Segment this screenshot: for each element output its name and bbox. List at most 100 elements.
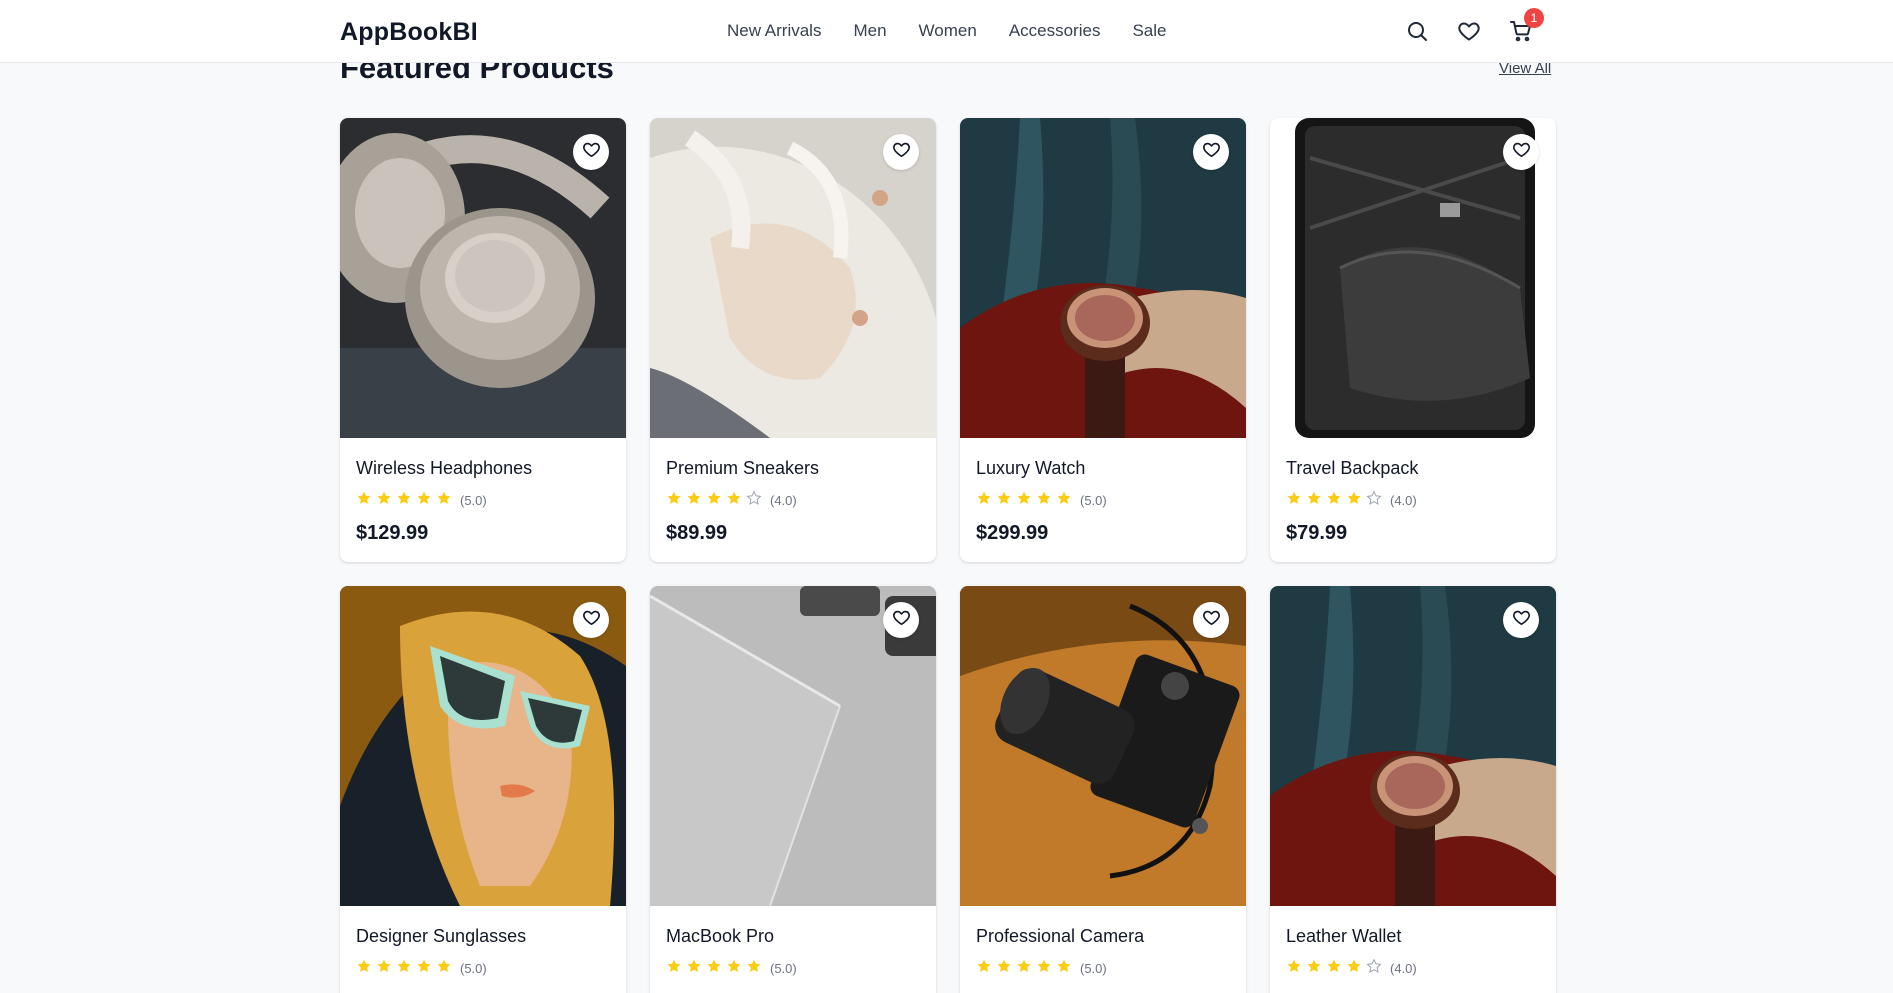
star-filled-icon <box>1346 490 1362 511</box>
star-filled-icon <box>436 958 452 979</box>
star-filled-icon <box>1036 958 1052 979</box>
logo[interactable]: AppBookBI <box>340 18 478 47</box>
star-filled-icon <box>396 490 412 511</box>
product-image[interactable] <box>650 118 936 438</box>
star-filled-icon <box>726 490 742 511</box>
product-name[interactable]: Travel Backpack <box>1286 458 1540 479</box>
star-filled-icon <box>726 958 742 979</box>
product-card[interactable]: Professional Camera (5.0) <box>960 586 1246 993</box>
rating-value: (5.0) <box>460 493 487 508</box>
nav-men[interactable]: Men <box>853 21 886 41</box>
star-empty-icon <box>1366 958 1382 979</box>
product-rating: (4.0) <box>1286 490 1540 511</box>
star-filled-icon <box>996 490 1012 511</box>
product-card[interactable]: Travel Backpack (4.0) $79.99 <box>1270 118 1556 562</box>
star-filled-icon <box>356 490 372 511</box>
product-price: $79.99 <box>1286 522 1348 544</box>
star-filled-icon <box>1306 490 1322 511</box>
star-filled-icon <box>1016 490 1032 511</box>
product-image[interactable] <box>960 118 1246 438</box>
product-price: $89.99 <box>666 522 728 544</box>
product-rating: (5.0) <box>976 490 1230 511</box>
star-filled-icon <box>1286 490 1302 511</box>
wishlist-button[interactable] <box>1193 134 1229 170</box>
product-card[interactable]: Luxury Watch (5.0) $299.99 <box>960 118 1246 562</box>
product-name[interactable]: Luxury Watch <box>976 458 1230 479</box>
product-image[interactable] <box>340 586 626 906</box>
wishlist-button[interactable] <box>573 134 609 170</box>
product-name[interactable]: Premium Sneakers <box>666 458 920 479</box>
cart-count-badge: 1 <box>1524 8 1544 28</box>
product-card[interactable]: Wireless Headphones (5.0) $129.99 <box>340 118 626 562</box>
product-card[interactable]: MacBook Pro (5.0) <box>650 586 936 993</box>
product-name[interactable]: MacBook Pro <box>666 926 920 947</box>
star-filled-icon <box>976 958 992 979</box>
star-filled-icon <box>686 490 702 511</box>
nav-new-arrivals[interactable]: New Arrivals <box>727 21 821 41</box>
heart-icon <box>582 608 601 632</box>
star-filled-icon <box>666 958 682 979</box>
heart-icon <box>1512 140 1531 164</box>
product-price: $129.99 <box>356 522 429 544</box>
product-image[interactable] <box>960 586 1246 906</box>
rating-value: (5.0) <box>770 961 797 976</box>
star-filled-icon <box>436 490 452 511</box>
star-filled-icon <box>1056 958 1072 979</box>
product-rating: (4.0) <box>1286 958 1540 979</box>
star-filled-icon <box>686 958 702 979</box>
product-image[interactable] <box>1270 118 1556 438</box>
star-filled-icon <box>396 958 412 979</box>
star-filled-icon <box>1286 958 1302 979</box>
heart-icon <box>1202 140 1221 164</box>
product-grid: Wireless Headphones (5.0) $129.99 Premiu… <box>340 118 1556 993</box>
product-name[interactable]: Designer Sunglasses <box>356 926 610 947</box>
star-filled-icon <box>1346 958 1362 979</box>
search-icon[interactable] <box>1405 19 1431 45</box>
product-card[interactable]: Premium Sneakers (4.0) $89.99 <box>650 118 936 562</box>
star-filled-icon <box>976 490 992 511</box>
product-card[interactable]: Leather Wallet (4.0) <box>1270 586 1556 993</box>
rating-value: (5.0) <box>1080 961 1107 976</box>
star-filled-icon <box>1016 958 1032 979</box>
star-filled-icon <box>376 958 392 979</box>
star-empty-icon <box>746 490 762 511</box>
star-filled-icon <box>416 490 432 511</box>
wishlist-button[interactable] <box>883 602 919 638</box>
heart-icon <box>892 608 911 632</box>
header-actions: 1 <box>1405 8 1544 45</box>
wishlist-button[interactable] <box>1503 602 1539 638</box>
star-filled-icon <box>666 490 682 511</box>
wishlist-button[interactable] <box>883 134 919 170</box>
heart-icon[interactable] <box>1457 19 1483 45</box>
cart-icon[interactable]: 1 <box>1509 8 1544 45</box>
wishlist-button[interactable] <box>1503 134 1539 170</box>
nav-sale[interactable]: Sale <box>1132 21 1166 41</box>
product-rating: (5.0) <box>666 958 920 979</box>
star-filled-icon <box>746 958 762 979</box>
main-nav: New Arrivals Men Women Accessories Sale <box>727 21 1166 41</box>
heart-icon <box>1512 608 1531 632</box>
product-name[interactable]: Wireless Headphones <box>356 458 610 479</box>
product-price: $299.99 <box>976 522 1049 544</box>
product-image[interactable] <box>1270 586 1556 906</box>
heart-icon <box>1202 608 1221 632</box>
rating-value: (4.0) <box>1390 961 1417 976</box>
product-image[interactable] <box>340 118 626 438</box>
product-rating: (5.0) <box>356 490 610 511</box>
product-rating: (4.0) <box>666 490 920 511</box>
star-filled-icon <box>706 958 722 979</box>
nav-women[interactable]: Women <box>919 21 977 41</box>
product-image[interactable] <box>650 586 936 906</box>
star-filled-icon <box>706 490 722 511</box>
rating-value: (4.0) <box>1390 493 1417 508</box>
product-name[interactable]: Leather Wallet <box>1286 926 1540 947</box>
wishlist-button[interactable] <box>573 602 609 638</box>
product-rating: (5.0) <box>356 958 610 979</box>
rating-value: (4.0) <box>770 493 797 508</box>
nav-accessories[interactable]: Accessories <box>1009 21 1101 41</box>
product-card[interactable]: Designer Sunglasses (5.0) <box>340 586 626 993</box>
product-name[interactable]: Professional Camera <box>976 926 1230 947</box>
site-header: AppBookBI New Arrivals Men Women Accesso… <box>0 0 1893 63</box>
wishlist-button[interactable] <box>1193 602 1229 638</box>
product-rating: (5.0) <box>976 958 1230 979</box>
